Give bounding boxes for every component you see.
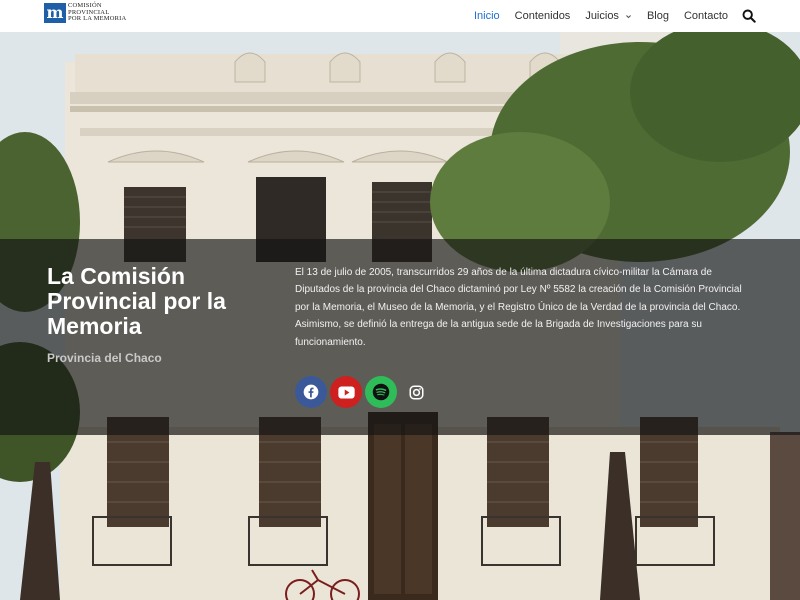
nav-item-contenidos[interactable]: Contenidos [515, 10, 571, 22]
facebook-icon [303, 384, 319, 400]
chevron-down-icon [625, 14, 631, 18]
spotify-link[interactable] [365, 376, 397, 408]
social-links [295, 376, 435, 408]
logo-text: COMISIÓN PROVINCIAL POR LA MEMORIA [68, 2, 127, 23]
site-logo[interactable]: m COMISIÓN PROVINCIAL POR LA MEMORIA [44, 3, 126, 23]
nav-item-juicios[interactable]: Juicios [585, 10, 632, 22]
youtube-icon [337, 385, 355, 399]
hero-subtitle: Provincia del Chaco [47, 351, 162, 365]
nav-item-blog[interactable]: Blog [647, 10, 669, 22]
nav-item-contacto[interactable]: Contacto [684, 10, 728, 22]
spotify-icon [372, 383, 390, 401]
nav-item-inicio[interactable]: Inicio [474, 10, 500, 22]
hero-title: La Comisión Provincial por la Memoria [47, 263, 226, 339]
site-header: m COMISIÓN PROVINCIAL POR LA MEMORIA Ini… [0, 0, 800, 32]
logo-mark: m [44, 3, 66, 23]
instagram-link[interactable] [400, 376, 432, 408]
facebook-link[interactable] [295, 376, 327, 408]
nav-item-juicios-label: Juicios [585, 10, 619, 22]
instagram-icon [409, 385, 423, 399]
main-nav: Inicio Contenidos Juicios Blog Contacto [459, 0, 756, 32]
search-icon[interactable] [742, 9, 756, 23]
hero-description: El 13 de julio de 2005, transcurridos 29… [295, 267, 742, 348]
youtube-link[interactable] [330, 376, 362, 408]
